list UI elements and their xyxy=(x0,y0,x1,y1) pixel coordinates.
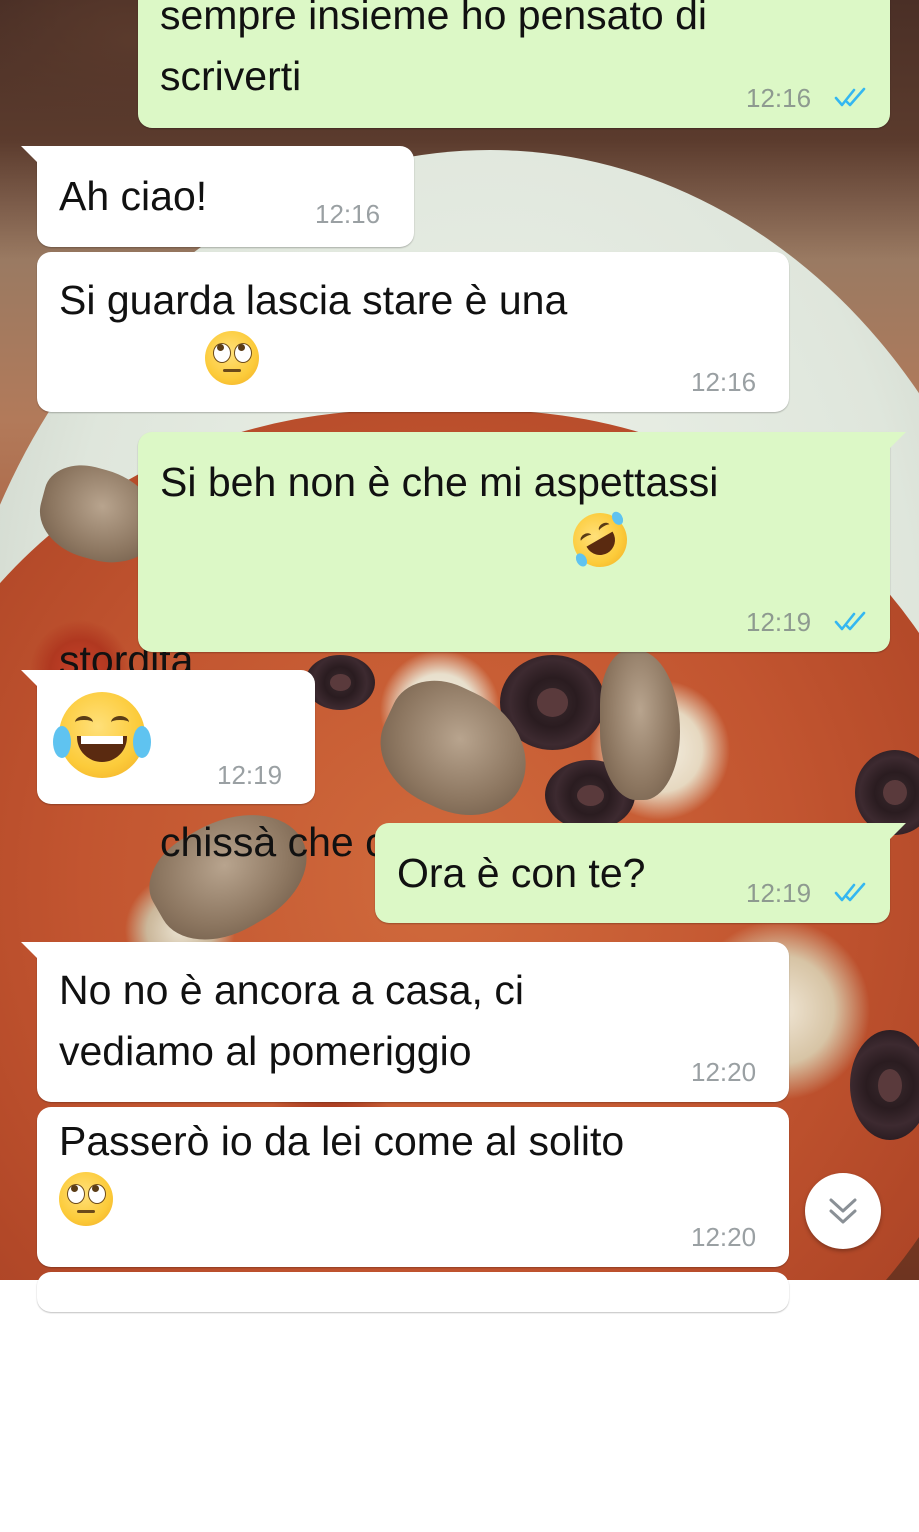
message-bubble-incoming[interactable]: Si guarda lascia stare è una stordita 12… xyxy=(37,252,789,683)
message-bubble-outgoing[interactable]: sempre insieme ho pensato di scriverti 1… xyxy=(138,0,890,128)
message-time: 12:16 xyxy=(691,367,757,397)
bubble-tail xyxy=(21,670,43,692)
bubble-tail xyxy=(21,146,43,168)
bubble-tail xyxy=(21,942,43,964)
message-time: 12:19 xyxy=(746,878,812,908)
message-bubble-outgoing[interactable]: Si beh non è che mi aspettassi chissà ch… xyxy=(138,432,906,865)
message-bubble-incoming[interactable]: No no è ancora a casa, ci vediamo al pom… xyxy=(21,942,789,1102)
message-bubble-incoming[interactable]: Passerò io da lei come al solito 12:20 xyxy=(37,1107,789,1267)
message-text: No no è ancora a casa, ci vediamo al pom… xyxy=(59,967,524,1074)
rolling-on-the-floor-laughing-icon xyxy=(562,503,637,577)
message-text: Ora è con te? xyxy=(397,850,646,896)
face-with-tears-of-joy-icon xyxy=(53,692,151,778)
double-chevron-down-icon xyxy=(829,1198,857,1224)
message-text-content: Passerò io da lei come al solito xyxy=(59,1118,625,1164)
message-bubble-incoming[interactable]: 12:19 xyxy=(21,670,315,804)
message-time: 12:19 xyxy=(746,607,812,637)
message-text: Passerò io da lei come al solito xyxy=(59,1111,779,1532)
bubble-tail xyxy=(884,823,906,845)
message-time: 12:16 xyxy=(746,83,812,113)
message-time: 12:19 xyxy=(217,760,283,790)
message-text: Ah ciao! xyxy=(59,173,208,219)
message-bubble-incoming-partial[interactable] xyxy=(37,1272,789,1312)
message-text: Si beh non è che mi aspettassi chissà ch… xyxy=(160,452,880,873)
read-receipt-icon xyxy=(834,882,866,902)
message-bubble-outgoing[interactable]: Ora è con te? 12:19 xyxy=(375,823,906,923)
message-time: 12:20 xyxy=(691,1057,757,1087)
message-time: 12:16 xyxy=(315,199,381,229)
message-bubble-incoming[interactable]: Ah ciao! 12:16 xyxy=(21,146,414,247)
message-text-content: Si beh non è che mi aspettassi chissà ch… xyxy=(160,459,719,865)
read-receipt-icon xyxy=(834,611,866,631)
read-receipt-icon xyxy=(834,87,866,107)
message-time: 12:20 xyxy=(691,1222,757,1252)
scroll-to-bottom-button[interactable] xyxy=(805,1173,881,1249)
face-with-rolling-eyes-icon xyxy=(204,331,259,385)
bubble-tail xyxy=(884,432,906,454)
face-with-rolling-eyes-icon xyxy=(59,1172,113,1226)
